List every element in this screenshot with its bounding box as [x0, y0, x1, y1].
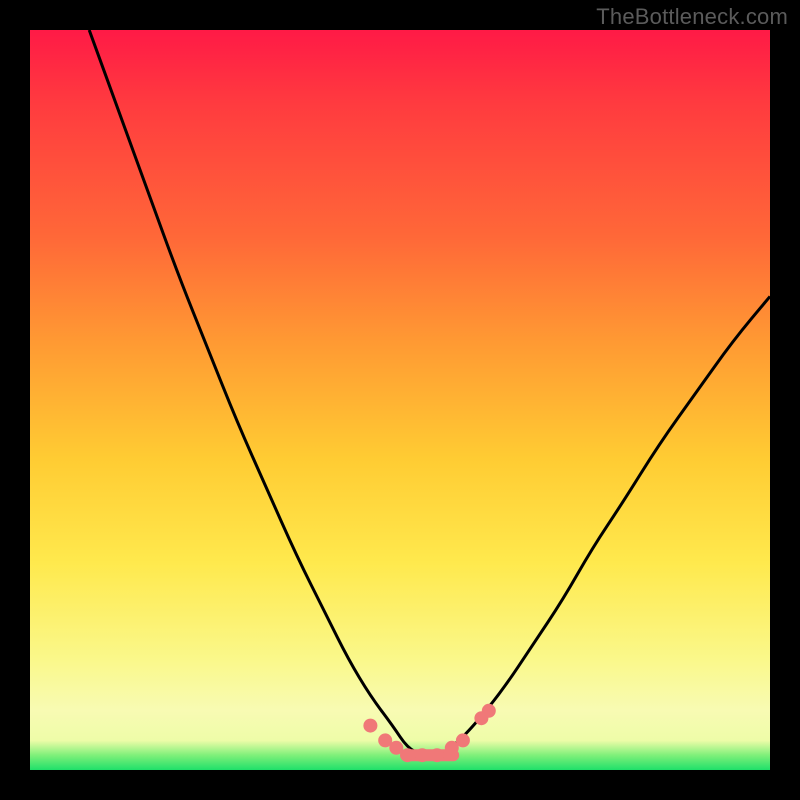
bottleneck-curve-line — [89, 30, 770, 755]
chart-frame: TheBottleneck.com — [0, 0, 800, 800]
watermark-text: TheBottleneck.com — [596, 4, 788, 30]
highlight-dot — [400, 748, 414, 762]
highlight-dot — [430, 748, 444, 762]
highlight-dot — [363, 719, 377, 733]
highlight-dot — [456, 733, 470, 747]
plot-area — [30, 30, 770, 770]
highlight-dot — [482, 704, 496, 718]
bottleneck-curve-path — [89, 30, 770, 755]
highlight-dot — [415, 748, 429, 762]
curve-layer — [30, 30, 770, 770]
